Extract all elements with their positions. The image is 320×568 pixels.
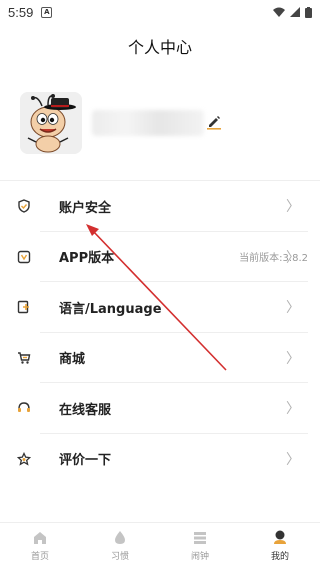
menu-item-label: 评价一下 <box>59 453 112 469</box>
language-icon <box>16 299 32 315</box>
alarm-icon <box>191 530 209 546</box>
menu-item-rate-app[interactable]: 评价一下 〉 <box>0 434 320 485</box>
headset-icon <box>16 400 32 416</box>
menu-item-store[interactable]: 商城 〉 <box>0 333 320 384</box>
chevron-right-icon: 〉 <box>286 300 300 317</box>
pencil-icon[interactable] <box>206 114 222 130</box>
signal-icon <box>290 7 300 17</box>
status-icons <box>273 6 312 18</box>
drop-icon <box>111 530 129 546</box>
status-time: 5:59 <box>8 4 34 20</box>
nav-label: 我的 <box>270 551 289 562</box>
menu-item-app-version[interactable]: APP版本 当前版本:3.8.2 〉 <box>0 232 320 283</box>
page-title: 个人中心 <box>127 38 192 57</box>
shield-icon <box>16 198 32 214</box>
menu-item-language[interactable]: 语言/Language 〉 <box>0 282 320 333</box>
menu-item-label: 语言/Language <box>59 301 162 317</box>
avatar[interactable] <box>20 92 82 154</box>
nav-home[interactable]: 首页 <box>0 523 80 568</box>
chevron-right-icon: 〉 <box>286 451 300 468</box>
profile-screen: 5:59 A 个人中心 账户安全 〉 APP版本 当前版本:3.8.2 〉 语言… <box>0 0 320 568</box>
menu-item-label: 商城 <box>59 352 86 368</box>
menu-item-label: 账户安全 <box>59 200 112 216</box>
chevron-right-icon: 〉 <box>286 350 300 367</box>
menu-item-label: 在线客服 <box>59 402 112 418</box>
version-icon <box>16 249 32 265</box>
bottom-nav: 首页 习惯 闹钟 我的 <box>0 522 320 568</box>
ant-mascot-icon <box>20 92 82 154</box>
nav-alarm[interactable]: 闹钟 <box>160 523 240 568</box>
cart-icon <box>16 350 32 366</box>
settings-menu: 账户安全 〉 APP版本 当前版本:3.8.2 〉 语言/Language 〉 … <box>0 180 320 484</box>
menu-item-customer-service[interactable]: 在线客服 〉 <box>0 383 320 434</box>
profile-icon <box>271 530 289 546</box>
notification-icon: A <box>41 6 53 18</box>
chevron-right-icon: 〉 <box>286 401 300 418</box>
status-bar: 5:59 A <box>0 0 320 24</box>
nav-label: 习惯 <box>110 551 129 562</box>
chevron-right-icon: 〉 <box>286 249 300 266</box>
battery-icon <box>305 6 312 18</box>
menu-item-label: APP版本 <box>59 251 115 267</box>
username-redacted <box>92 110 204 136</box>
nav-label: 闹钟 <box>190 551 209 562</box>
nav-label: 首页 <box>30 551 49 562</box>
star-icon <box>16 451 32 467</box>
wifi-icon <box>273 7 285 17</box>
nav-profile[interactable]: 我的 <box>240 523 320 568</box>
nav-habit[interactable]: 习惯 <box>80 523 160 568</box>
chevron-right-icon: 〉 <box>286 199 300 216</box>
menu-item-account-security[interactable]: 账户安全 〉 <box>0 181 320 232</box>
home-icon <box>31 530 49 546</box>
profile-section <box>20 92 300 156</box>
